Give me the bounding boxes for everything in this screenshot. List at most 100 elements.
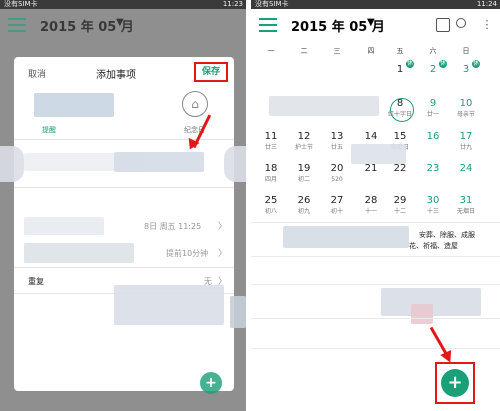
- day-number: 15: [393, 131, 407, 142]
- lunar-label: 廿三: [264, 144, 277, 151]
- day-number: 29: [393, 195, 407, 206]
- weekday-label: 三: [333, 47, 341, 55]
- almanac-line-2: 花、祈福、造屋: [409, 242, 458, 250]
- day-cell[interactable]: 13 廿五: [325, 131, 349, 159]
- day-cell[interactable]: 17 廿九: [454, 131, 478, 159]
- save-button[interactable]: 保存: [194, 62, 228, 82]
- day-cell[interactable]: 28 十一: [359, 195, 383, 223]
- content-blur: [114, 152, 204, 172]
- day-cell[interactable]: 19 初二: [292, 163, 316, 191]
- tab-blur: [34, 93, 114, 117]
- lunar-label: 初十: [330, 208, 343, 215]
- tab-reminder[interactable]: 提醒: [42, 125, 56, 135]
- day-cell[interactable]: 22: [388, 163, 412, 191]
- start-time[interactable]: 8日 周五 11:25: [144, 221, 201, 232]
- day-cell[interactable]: 10 母亲节: [454, 98, 478, 126]
- carrier-text: 没有SIM卡: [255, 0, 289, 8]
- weekday-label: 二: [300, 47, 308, 55]
- day-cell[interactable]: 26 初九: [292, 195, 316, 223]
- more-icon[interactable]: ⋮: [480, 18, 494, 32]
- gift-icon[interactable]: ⌂: [182, 91, 208, 117]
- holiday-badge: 休: [406, 60, 414, 68]
- top-bar: 2015 年 05 月 ▼ ⋮: [251, 9, 500, 41]
- content-blur: [114, 285, 224, 325]
- blur-overlay: [411, 304, 433, 324]
- blur-overlay: [224, 146, 246, 182]
- day-cell[interactable]: 2休: [421, 60, 447, 92]
- lunar-label: 廿五: [330, 144, 343, 151]
- lunar-label: 红十字日: [388, 111, 413, 118]
- content-blur: [24, 217, 104, 235]
- day-cell[interactable]: 27 初十: [325, 195, 349, 223]
- divider: [14, 139, 234, 140]
- almanac-line-1: 安葬、除服、成服: [419, 231, 475, 239]
- day-number: 9: [429, 98, 437, 109]
- day-number: 28: [364, 195, 378, 206]
- repeat-label: 重复: [28, 277, 44, 286]
- lunar-label: 母亲节: [456, 111, 475, 118]
- day-cell[interactable]: 1休: [388, 60, 414, 92]
- day-cell[interactable]: 25 初八: [259, 195, 283, 223]
- day-number: 12: [297, 131, 311, 142]
- blur-overlay: [283, 226, 409, 248]
- day-number: 21: [364, 163, 378, 174]
- reminder-value[interactable]: 提前10分钟: [166, 248, 208, 259]
- day-cell[interactable]: 8 红十字日: [388, 98, 412, 126]
- lunar-label: 廿一: [426, 111, 439, 118]
- day-cell[interactable]: 31 无烟日: [454, 195, 478, 223]
- day-cell[interactable]: 24: [454, 163, 478, 191]
- day-cell[interactable]: 21: [359, 163, 383, 191]
- day-number: 22: [393, 163, 407, 174]
- day-cell[interactable]: 12 护士节: [292, 131, 316, 159]
- blur-overlay: [0, 146, 24, 182]
- day-cell[interactable]: 3休: [454, 60, 480, 92]
- chevron-right-icon[interactable]: 〉: [218, 219, 227, 232]
- add-fab[interactable]: +: [200, 372, 222, 394]
- day-cell[interactable]: 9 廿一: [421, 98, 445, 126]
- holiday-badge: 休: [439, 60, 447, 68]
- lunar-label: 初九: [297, 208, 310, 215]
- day-cell[interactable]: 18 四月: [259, 163, 283, 191]
- lunar-label: 520: [331, 176, 343, 183]
- blur-overlay: [269, 96, 379, 116]
- blur-overlay: [351, 144, 406, 164]
- calendar-icon[interactable]: [436, 18, 450, 32]
- day-number: 11: [264, 131, 278, 142]
- divider: [251, 348, 500, 349]
- search-icon[interactable]: [456, 18, 466, 28]
- status-bar: 没有SIM卡 11:24: [251, 0, 500, 9]
- weekday-header: 一二三四五六日: [251, 46, 500, 56]
- holiday-badge: 休: [472, 60, 480, 68]
- chevron-right-icon[interactable]: 〉: [218, 246, 227, 259]
- day-cell[interactable]: 11 廿三: [259, 131, 283, 159]
- day-cell[interactable]: 16: [421, 131, 445, 159]
- menu-icon[interactable]: [259, 18, 277, 32]
- chevron-down-icon[interactable]: ▼: [367, 17, 375, 28]
- right-screen: 没有SIM卡 11:24 2015 年 05 月 ▼ ⋮ 一二三四五六日 1休2…: [251, 0, 500, 411]
- day-number: 18: [264, 163, 278, 174]
- menu-icon[interactable]: [8, 18, 26, 32]
- day-number: 19: [297, 163, 311, 174]
- add-item-dialog: 取消 添加事项 保存 提醒 ⌂ 纪念日 8日 周五 11:25 〉 提前10分钟…: [14, 57, 234, 391]
- day-cell[interactable]: 20 520: [325, 163, 349, 191]
- day-cell[interactable]: 30 十三: [421, 195, 445, 223]
- day-number: 17: [459, 131, 473, 142]
- lunar-label: 十二: [393, 208, 406, 215]
- weekday-label: 一: [267, 47, 275, 55]
- add-fab[interactable]: +: [441, 369, 469, 397]
- divider: [14, 267, 234, 268]
- chevron-down-icon[interactable]: ▼: [116, 17, 124, 28]
- clock: 11:23: [222, 0, 243, 8]
- lunar-label: 无烟日: [456, 208, 475, 215]
- divider: [251, 284, 500, 285]
- day-cell[interactable]: 29 十二: [388, 195, 412, 223]
- left-screen: 没有SIM卡 11:23 2015 年 05 月 ▼ 取消 添加事项 保存 提醒…: [0, 0, 246, 411]
- day-number: 24: [459, 163, 473, 174]
- weekday-label: 四: [367, 47, 375, 55]
- carrier-text: 没有SIM卡: [4, 0, 38, 8]
- day-number: 31: [459, 195, 473, 206]
- cancel-button[interactable]: 取消: [28, 67, 46, 80]
- divider: [251, 256, 500, 257]
- day-cell[interactable]: 23: [421, 163, 445, 191]
- weekday-label: 日: [462, 47, 470, 55]
